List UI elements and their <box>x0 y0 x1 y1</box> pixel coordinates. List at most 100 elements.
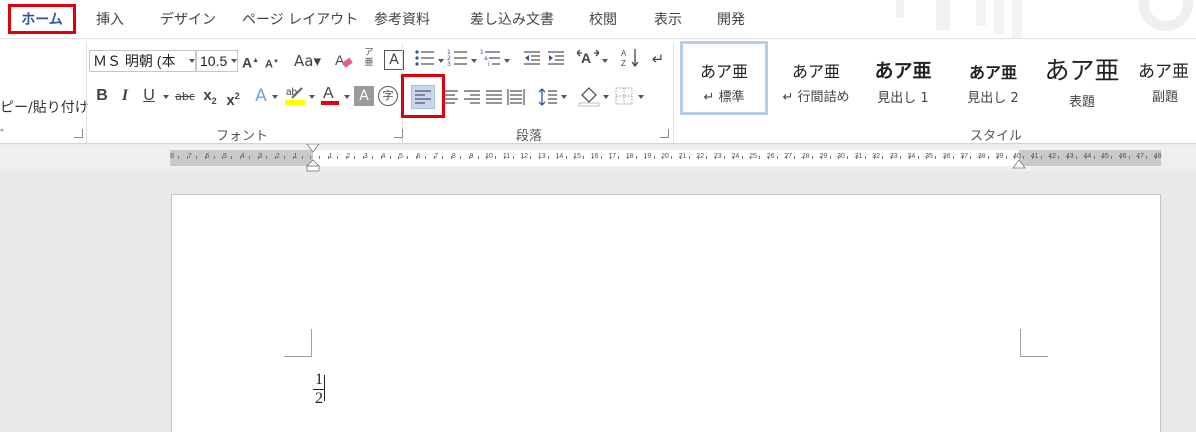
chevron-down-icon[interactable] <box>603 95 609 99</box>
clear-formatting-icon[interactable]: A <box>334 50 354 76</box>
chevron-down-icon[interactable] <box>602 59 608 63</box>
chevron-down-icon[interactable] <box>163 95 169 99</box>
decrease-indent-icon[interactable] <box>522 48 542 74</box>
ruler-tick <box>961 156 963 159</box>
ruler-number: 35 <box>925 153 933 160</box>
tab-design[interactable]: デザイン <box>160 0 216 38</box>
svg-text:3: 3 <box>447 61 451 68</box>
show-formatting-marks-icon[interactable]: ↵ <box>648 48 668 70</box>
chevron-down-icon[interactable] <box>438 59 444 63</box>
tab-references[interactable]: 参考資料 <box>374 0 430 38</box>
svg-text:i: i <box>488 61 490 68</box>
chevron-down-icon[interactable] <box>471 59 477 63</box>
chevron-down-icon[interactable] <box>189 59 195 63</box>
paste-button-label[interactable]: ピー/貼り付け <box>0 97 89 117</box>
chevron-down-icon[interactable] <box>344 95 350 99</box>
highlighter-icon[interactable]: ab <box>284 83 306 113</box>
ruler-tick <box>222 156 224 159</box>
ruler-tick <box>891 156 893 159</box>
tab-home[interactable]: ホーム <box>8 4 76 34</box>
justify-icon[interactable] <box>484 86 504 114</box>
paragraph-launcher-icon[interactable] <box>660 129 669 138</box>
chevron-down-icon[interactable] <box>504 59 510 63</box>
align-right-icon[interactable] <box>462 86 482 114</box>
ruler-tick <box>1155 156 1157 159</box>
tab-review[interactable]: 校閲 <box>589 0 617 38</box>
ruler-tick <box>231 156 233 159</box>
ruler-tick <box>548 156 549 159</box>
ruler-tick <box>979 156 981 159</box>
horizontal-ruler[interactable]: 8 7 6 5 4 3 2 1 1 2 3 4 5 6 7 8 9 10 11 12 13 14 15 16 17 18 19 20 2… <box>170 144 1162 172</box>
ruler-number: 32 <box>872 153 881 160</box>
ruler-tick <box>715 156 717 159</box>
tab-view[interactable]: 表示 <box>654 0 682 38</box>
chevron-down-icon[interactable] <box>272 95 278 99</box>
shrink-font-icon[interactable]: A▼ <box>264 51 280 76</box>
italic-icon[interactable]: I <box>118 85 132 107</box>
ruler-number: 25 <box>749 153 757 160</box>
grow-font-icon[interactable]: A▲ <box>242 50 259 74</box>
bullets-icon[interactable] <box>414 48 436 74</box>
ruler-number: 47 <box>1136 153 1145 160</box>
bold-icon[interactable]: B <box>94 85 110 107</box>
style-subtitle[interactable]: あア亜 副題 <box>1138 41 1196 115</box>
style-no-spacing[interactable]: あア亜 ↵ 行間詰め <box>772 41 860 115</box>
font-family-input[interactable]: ＭＳ 明朝 (本 <box>89 50 196 72</box>
background-decoration-icon <box>896 0 1193 38</box>
document-page[interactable]: 1 2 <box>171 194 1161 432</box>
svg-text:Z: Z <box>621 59 626 68</box>
tab-mailings[interactable]: 差し込み文書 <box>470 0 554 38</box>
font-launcher-icon[interactable] <box>394 129 403 138</box>
ruler-tick <box>706 156 708 159</box>
group-separator <box>86 43 87 143</box>
ruler-number: 23 <box>713 153 722 160</box>
superscript-icon[interactable]: x2 <box>223 85 243 112</box>
ruler-number: 33 <box>889 153 898 160</box>
increase-indent-icon[interactable] <box>546 48 566 74</box>
character-shading-icon[interactable]: A <box>354 86 374 106</box>
chevron-down-icon[interactable] <box>231 59 237 63</box>
asian-layout-icon[interactable]: A <box>576 48 600 74</box>
ruler-tick <box>812 156 813 159</box>
multilevel-list-icon[interactable]: 1ai <box>480 48 502 74</box>
ruler-number: 17 <box>608 153 617 160</box>
style-title[interactable]: あア亜 表題 <box>1042 41 1122 115</box>
shading-icon[interactable] <box>578 84 600 114</box>
enclosed-character-icon[interactable]: 字 <box>378 86 398 106</box>
clipboard-launcher-icon[interactable] <box>74 129 83 138</box>
line-spacing-icon[interactable] <box>538 86 558 114</box>
style-heading-1[interactable]: あア亜 見出し 1 <box>864 41 942 115</box>
paragraph-group-label: 段落 <box>516 129 543 144</box>
ruler-tick <box>424 156 426 159</box>
style-heading-2[interactable]: あア亜 見出し 2 <box>954 41 1032 115</box>
chevron-down-icon[interactable] <box>638 95 644 99</box>
numbering-icon[interactable]: 123 <box>447 48 469 74</box>
tab-insert[interactable]: 挿入 <box>96 0 124 38</box>
ruler-tick <box>882 156 884 159</box>
tab-developer[interactable]: 開発 <box>717 0 745 38</box>
underline-icon[interactable]: U <box>140 85 158 107</box>
style-normal[interactable]: あア亜 ↵ 標準 <box>680 41 768 115</box>
ruler-number: 48 <box>1153 153 1162 160</box>
change-case-icon[interactable]: Aa▾ <box>294 50 321 72</box>
ruler-tick <box>196 156 197 159</box>
ruler-number: 5 <box>223 153 227 160</box>
borders-icon[interactable] <box>614 86 634 112</box>
text-effects-icon[interactable]: A <box>252 85 270 107</box>
ruler-number: 37 <box>960 153 969 160</box>
chevron-down-icon[interactable] <box>561 95 567 99</box>
ruler-tick <box>803 156 805 159</box>
strikethrough-icon[interactable]: abc <box>172 86 198 108</box>
ruler-number: 16 <box>590 153 599 160</box>
font-color-icon[interactable]: A <box>320 83 340 113</box>
subscript-icon[interactable]: x2 <box>200 85 220 112</box>
phonetic-guide-icon[interactable]: ア亜 <box>360 48 378 68</box>
sort-icon[interactable]: AZ <box>620 47 640 75</box>
chevron-down-icon[interactable] <box>309 95 315 99</box>
enclose-characters-icon[interactable]: A <box>384 50 404 70</box>
style-sample: あア亜 <box>791 62 840 81</box>
distributed-icon[interactable] <box>506 86 526 114</box>
tab-page-layout[interactable]: ページ レイアウト <box>242 0 358 38</box>
ruler-tick <box>407 156 409 159</box>
ruler-number: 30 <box>837 153 845 160</box>
